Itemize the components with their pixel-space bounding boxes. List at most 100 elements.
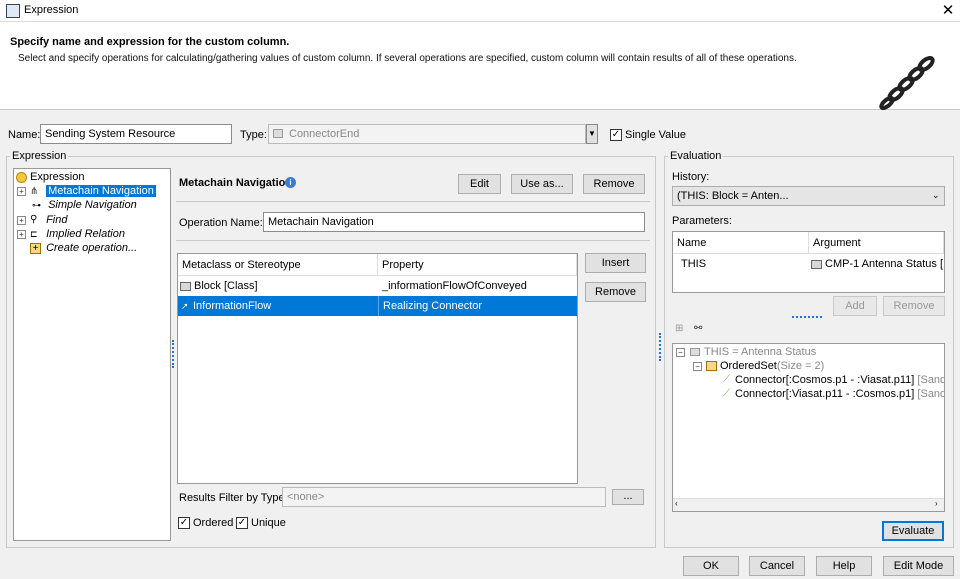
chevron-down-icon: ⌄ <box>932 190 940 200</box>
add-parameter-button[interactable]: Add <box>833 296 877 316</box>
column-header-name[interactable]: Name <box>673 232 809 254</box>
name-label: Name: <box>8 129 41 141</box>
horizontal-scrollbar[interactable]: ‹ › <box>673 498 944 511</box>
table-row[interactable]: THIS CMP-1 Antenna Status [... <box>673 254 944 274</box>
dialog-header: Specify name and expression for the cust… <box>0 22 960 111</box>
title-bar: Expression ✕ <box>0 0 960 22</box>
operation-name-label: Operation Name: <box>179 217 263 229</box>
splitter-handle[interactable] <box>792 316 822 318</box>
splitter-handle[interactable] <box>172 340 175 368</box>
type-value: ConnectorEnd <box>289 128 360 140</box>
column-header-property[interactable]: Property <box>378 254 577 276</box>
header-description: Select and specify operations for calcul… <box>18 53 797 64</box>
tree-label: Metachain Navigation <box>46 185 156 197</box>
expand-icon[interactable]: + <box>17 216 26 225</box>
connector-end-icon <box>273 129 283 138</box>
edit-button[interactable]: Edit <box>458 174 501 194</box>
add-icon: + <box>30 242 41 254</box>
use-as-button[interactable]: Use as... <box>511 174 573 194</box>
expression-group-label: Expression <box>10 150 69 162</box>
type-dropdown-button[interactable]: ▼ <box>586 124 598 144</box>
insert-button[interactable]: Insert <box>585 253 646 273</box>
expand-icon[interactable]: + <box>17 230 26 239</box>
cancel-button[interactable]: Cancel <box>749 556 805 576</box>
evaluation-group-label: Evaluation <box>668 150 724 162</box>
tree-item-metachain-navigation[interactable]: ⋔ Metachain Navigation <box>30 184 156 198</box>
tree-view-icon[interactable]: ⊞ <box>675 323 683 334</box>
cell-text: InformationFlow <box>193 300 272 312</box>
splitter-handle[interactable] <box>659 333 662 361</box>
info-icon[interactable]: i <box>285 177 296 188</box>
tree-item-implied-relation[interactable]: ⊏ Implied Relation <box>30 227 125 241</box>
close-icon[interactable]: ✕ <box>938 1 958 19</box>
operation-name-field[interactable]: Metachain Navigation <box>263 212 645 232</box>
tree-label-owner: [Sandbox <box>917 388 944 400</box>
tree-label: Create operation... <box>46 242 138 254</box>
tree-label-size: (Size = 2) <box>776 360 825 372</box>
information-flow-icon: ➚ <box>181 301 189 312</box>
chain-icon <box>879 56 935 111</box>
tree-label-owner: [Sandbox <box>917 374 944 386</box>
table-row[interactable]: Block [Class] _informationFlowOfConveyed <box>178 276 577 296</box>
type-field[interactable]: ConnectorEnd <box>268 124 586 144</box>
tree-label: THIS = Antenna Status <box>704 346 817 358</box>
tree-item-orderedset[interactable]: OrderedSet(Size = 2) <box>706 359 824 373</box>
evaluation-result-tree: − THIS = Antenna Status − OrderedSet(Siz… <box>672 343 945 512</box>
column-header-metaclass[interactable]: Metaclass or Stereotype <box>178 254 378 276</box>
app-icon <box>6 4 20 18</box>
expression-icon <box>16 171 27 183</box>
tree-item-this[interactable]: THIS = Antenna Status <box>690 345 816 359</box>
history-value: (THIS: Block = Anten... <box>677 190 789 202</box>
remove-operation-button[interactable]: Remove <box>583 174 645 194</box>
help-button[interactable]: Help <box>816 556 872 576</box>
table-cell: Block [Class] <box>178 276 378 296</box>
ok-button[interactable]: OK <box>683 556 739 576</box>
table-cell: ➚ InformationFlow <box>178 296 378 316</box>
table-cell: Realizing Connector <box>378 296 577 316</box>
tree-item-connector[interactable]: ⟋ Connector[:Viasat.p11 - :Cosmos.p1] [Sa… <box>723 387 944 401</box>
tree-item-connector[interactable]: ⟋ Connector[:Cosmos.p1 - :Viasat.p11] [Sa… <box>723 373 944 387</box>
single-value-checkbox[interactable]: ✓ <box>610 129 622 141</box>
results-filter-browse-button[interactable]: ... <box>612 489 644 505</box>
collection-icon <box>706 361 717 372</box>
connector-icon: ⟋ <box>723 388 730 400</box>
expand-icon[interactable]: + <box>17 187 26 196</box>
tree-item-expression[interactable]: Expression <box>16 170 84 184</box>
history-label: History: <box>672 171 710 183</box>
unique-checkbox[interactable]: ✓ <box>236 517 248 529</box>
tree-item-simple-navigation[interactable]: ⊶ Simple Navigation <box>32 198 137 212</box>
parameters-table: Name Argument THIS CMP-1 Antenna Status … <box>672 231 945 293</box>
remove-row-button[interactable]: Remove <box>585 282 646 302</box>
divider <box>176 240 650 241</box>
relation-icon: ⊏ <box>30 229 38 240</box>
history-dropdown[interactable]: (THIS: Block = Anten... <box>672 186 945 206</box>
edit-mode-button[interactable]: Edit Mode <box>883 556 954 576</box>
cell-text: Block [Class] <box>194 280 258 292</box>
block-icon <box>180 281 191 291</box>
table-cell: CMP-1 Antenna Status [... <box>809 254 944 274</box>
remove-parameter-button[interactable]: Remove <box>883 296 945 316</box>
collapse-icon[interactable]: − <box>693 362 702 371</box>
header-title: Specify name and expression for the cust… <box>10 36 290 48</box>
tree-item-create-operation[interactable]: + Create operation... <box>30 241 137 255</box>
table-row-selected[interactable]: ➚ InformationFlow Realizing Connector <box>178 296 577 316</box>
tree-label: Expression <box>30 171 85 183</box>
tree-label: Find <box>46 214 68 226</box>
column-header-argument[interactable]: Argument <box>809 232 944 254</box>
scroll-left-icon[interactable]: ‹ <box>675 499 678 508</box>
table-cell: _informationFlowOfConveyed <box>382 280 527 292</box>
scroll-right-icon[interactable]: › <box>935 499 938 508</box>
panel-title: Metachain Navigation <box>179 177 293 189</box>
evaluate-button[interactable]: Evaluate <box>882 521 944 541</box>
tree-item-find[interactable]: ⚲ Find <box>30 213 67 227</box>
ordered-checkbox[interactable]: ✓ <box>178 517 190 529</box>
metachain-icon: ⋔ <box>30 185 39 197</box>
results-filter-field[interactable]: <none> <box>282 487 606 507</box>
tree-label: Simple Navigation <box>48 199 137 211</box>
block-icon <box>811 259 822 269</box>
divider <box>176 201 650 202</box>
connector-icon: ⟋ <box>723 374 730 386</box>
binoculars-icon[interactable]: ⚯ <box>694 323 702 334</box>
collapse-icon[interactable]: − <box>676 348 685 357</box>
name-field[interactable]: Sending System Resource <box>40 124 232 144</box>
